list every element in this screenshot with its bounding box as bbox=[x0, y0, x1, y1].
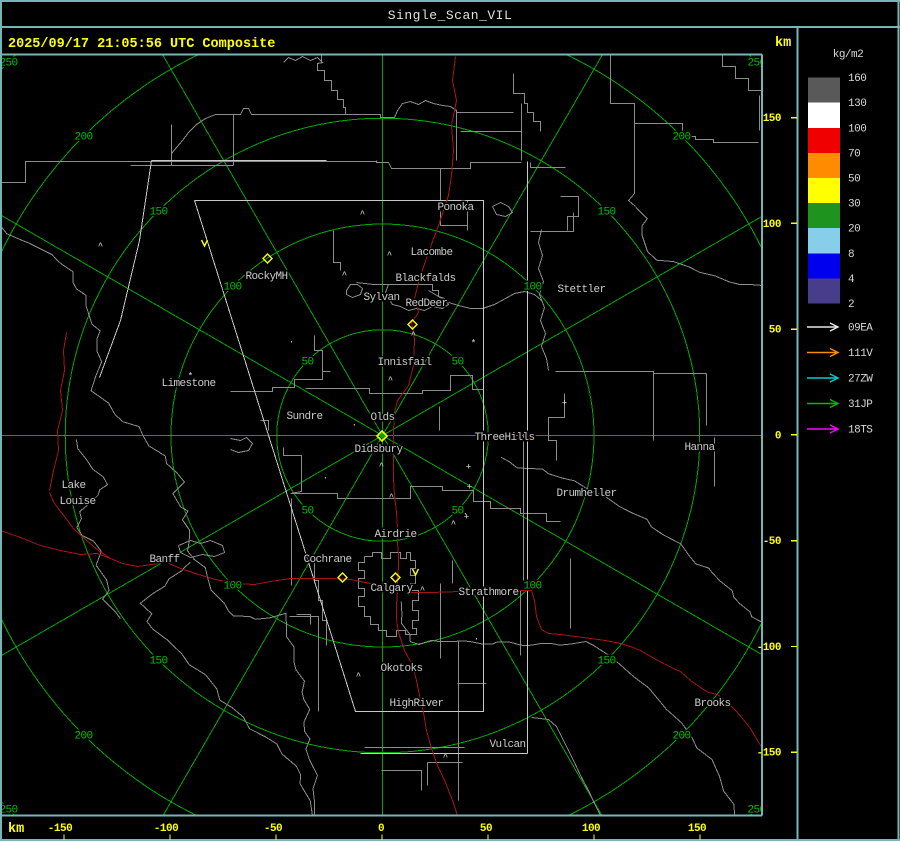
svg-text:Vulcan: Vulcan bbox=[490, 739, 526, 751]
svg-text:^: ^ bbox=[451, 520, 456, 530]
svg-text:^: ^ bbox=[342, 271, 347, 281]
svg-text:130: 130 bbox=[848, 98, 866, 110]
svg-text:50: 50 bbox=[451, 357, 463, 369]
svg-text:2: 2 bbox=[848, 299, 854, 311]
svg-text:Calgary: Calgary bbox=[371, 583, 414, 595]
svg-text:Hanna: Hanna bbox=[685, 442, 716, 454]
svg-text:70: 70 bbox=[848, 148, 860, 160]
svg-text:50: 50 bbox=[480, 823, 492, 835]
svg-text:km: km bbox=[8, 822, 24, 837]
svg-text:200: 200 bbox=[672, 132, 690, 144]
svg-text:Stettler: Stettler bbox=[558, 284, 606, 296]
svg-text:150: 150 bbox=[763, 113, 781, 125]
svg-text:-100: -100 bbox=[154, 823, 178, 835]
svg-text:Drumheller: Drumheller bbox=[557, 488, 617, 500]
svg-text:Lacombe: Lacombe bbox=[411, 247, 453, 259]
svg-text:*: * bbox=[471, 339, 476, 349]
svg-text:^: ^ bbox=[356, 672, 361, 682]
svg-text:+: + bbox=[466, 463, 471, 473]
svg-text:18TS: 18TS bbox=[848, 425, 873, 437]
svg-text:250: 250 bbox=[0, 58, 18, 70]
svg-text:RockyMH: RockyMH bbox=[246, 271, 288, 283]
svg-text:150: 150 bbox=[149, 207, 167, 219]
svg-text:*: * bbox=[188, 372, 193, 382]
svg-text:Louise: Louise bbox=[60, 496, 96, 508]
svg-text:50: 50 bbox=[451, 506, 463, 518]
svg-text:-50: -50 bbox=[763, 536, 781, 548]
svg-text:100: 100 bbox=[223, 282, 241, 294]
svg-text:^: ^ bbox=[389, 493, 394, 503]
svg-text:^: ^ bbox=[360, 210, 365, 220]
svg-text:50: 50 bbox=[301, 506, 313, 518]
svg-text:kg/m2: kg/m2 bbox=[833, 49, 864, 61]
svg-text:30: 30 bbox=[848, 199, 860, 211]
svg-text:Didsbury: Didsbury bbox=[355, 444, 404, 456]
svg-text:Blackfalds: Blackfalds bbox=[396, 273, 456, 285]
svg-text:100: 100 bbox=[763, 219, 781, 231]
svg-text:^: ^ bbox=[420, 586, 425, 596]
svg-text:.: . bbox=[474, 633, 479, 643]
svg-text:0: 0 bbox=[775, 430, 781, 442]
svg-text:27ZW: 27ZW bbox=[848, 374, 873, 386]
svg-text:Banff: Banff bbox=[150, 554, 180, 566]
svg-text:Ponoka: Ponoka bbox=[438, 202, 475, 214]
svg-text:^: ^ bbox=[98, 242, 103, 252]
svg-text:100: 100 bbox=[582, 823, 600, 835]
svg-text:Cochrane: Cochrane bbox=[304, 554, 352, 566]
svg-text:Strathmore: Strathmore bbox=[459, 587, 519, 599]
svg-text:2025/09/17 21:05:56 UTC Compos: 2025/09/17 21:05:56 UTC Composite bbox=[8, 37, 275, 52]
svg-text:km: km bbox=[775, 36, 791, 51]
svg-text:4: 4 bbox=[848, 274, 855, 286]
svg-text:8: 8 bbox=[848, 249, 854, 261]
svg-text:^: ^ bbox=[387, 251, 392, 261]
svg-text:-150: -150 bbox=[757, 748, 781, 760]
svg-text:^: ^ bbox=[411, 331, 416, 341]
svg-text:100: 100 bbox=[223, 581, 241, 593]
svg-text:100: 100 bbox=[523, 581, 541, 593]
svg-text:200: 200 bbox=[672, 731, 690, 743]
svg-text:150: 150 bbox=[597, 656, 615, 668]
svg-text:20: 20 bbox=[848, 224, 860, 236]
svg-text:.: . bbox=[323, 472, 328, 482]
svg-text:50: 50 bbox=[769, 325, 781, 337]
svg-text:50: 50 bbox=[301, 357, 313, 369]
svg-text:150: 150 bbox=[149, 656, 167, 668]
svg-text:+: + bbox=[467, 483, 472, 493]
svg-text:Sundre: Sundre bbox=[287, 411, 323, 423]
svg-text:Sylvan: Sylvan bbox=[364, 292, 400, 304]
svg-text:^: ^ bbox=[379, 462, 384, 472]
svg-text:150: 150 bbox=[597, 207, 615, 219]
svg-text:+: + bbox=[562, 399, 567, 409]
svg-text:RedDeer: RedDeer bbox=[406, 298, 448, 310]
svg-text:.: . bbox=[289, 336, 294, 346]
svg-text:Brooks: Brooks bbox=[695, 698, 731, 710]
svg-text:-150: -150 bbox=[48, 823, 72, 835]
svg-text:Olds: Olds bbox=[371, 412, 395, 424]
svg-text:HighRiver: HighRiver bbox=[390, 698, 444, 710]
svg-text:31JP: 31JP bbox=[848, 399, 873, 411]
svg-text:+: + bbox=[464, 513, 469, 523]
svg-text:-100: -100 bbox=[757, 642, 781, 654]
svg-text:150: 150 bbox=[688, 823, 706, 835]
svg-text:200: 200 bbox=[74, 132, 92, 144]
svg-text:0: 0 bbox=[378, 823, 384, 835]
svg-text:-50: -50 bbox=[264, 823, 282, 835]
svg-text:200: 200 bbox=[74, 731, 92, 743]
svg-text:Single_Scan_VIL: Single_Scan_VIL bbox=[388, 8, 513, 23]
svg-text:100: 100 bbox=[523, 282, 541, 294]
svg-text:ThreeHills: ThreeHills bbox=[475, 432, 535, 444]
svg-text:Okotoks: Okotoks bbox=[381, 663, 423, 675]
svg-text:100: 100 bbox=[848, 123, 866, 135]
svg-text:Lake: Lake bbox=[62, 480, 86, 492]
svg-text:^: ^ bbox=[388, 376, 393, 386]
svg-text:.: . bbox=[352, 419, 357, 429]
svg-text:111V: 111V bbox=[848, 348, 873, 360]
svg-text:Innisfail: Innisfail bbox=[378, 357, 432, 369]
svg-text:160: 160 bbox=[848, 73, 866, 85]
svg-text:09EA: 09EA bbox=[848, 323, 873, 335]
svg-text:50: 50 bbox=[848, 174, 860, 186]
svg-text:Airdrie: Airdrie bbox=[375, 529, 417, 541]
svg-text:^: ^ bbox=[443, 753, 448, 763]
